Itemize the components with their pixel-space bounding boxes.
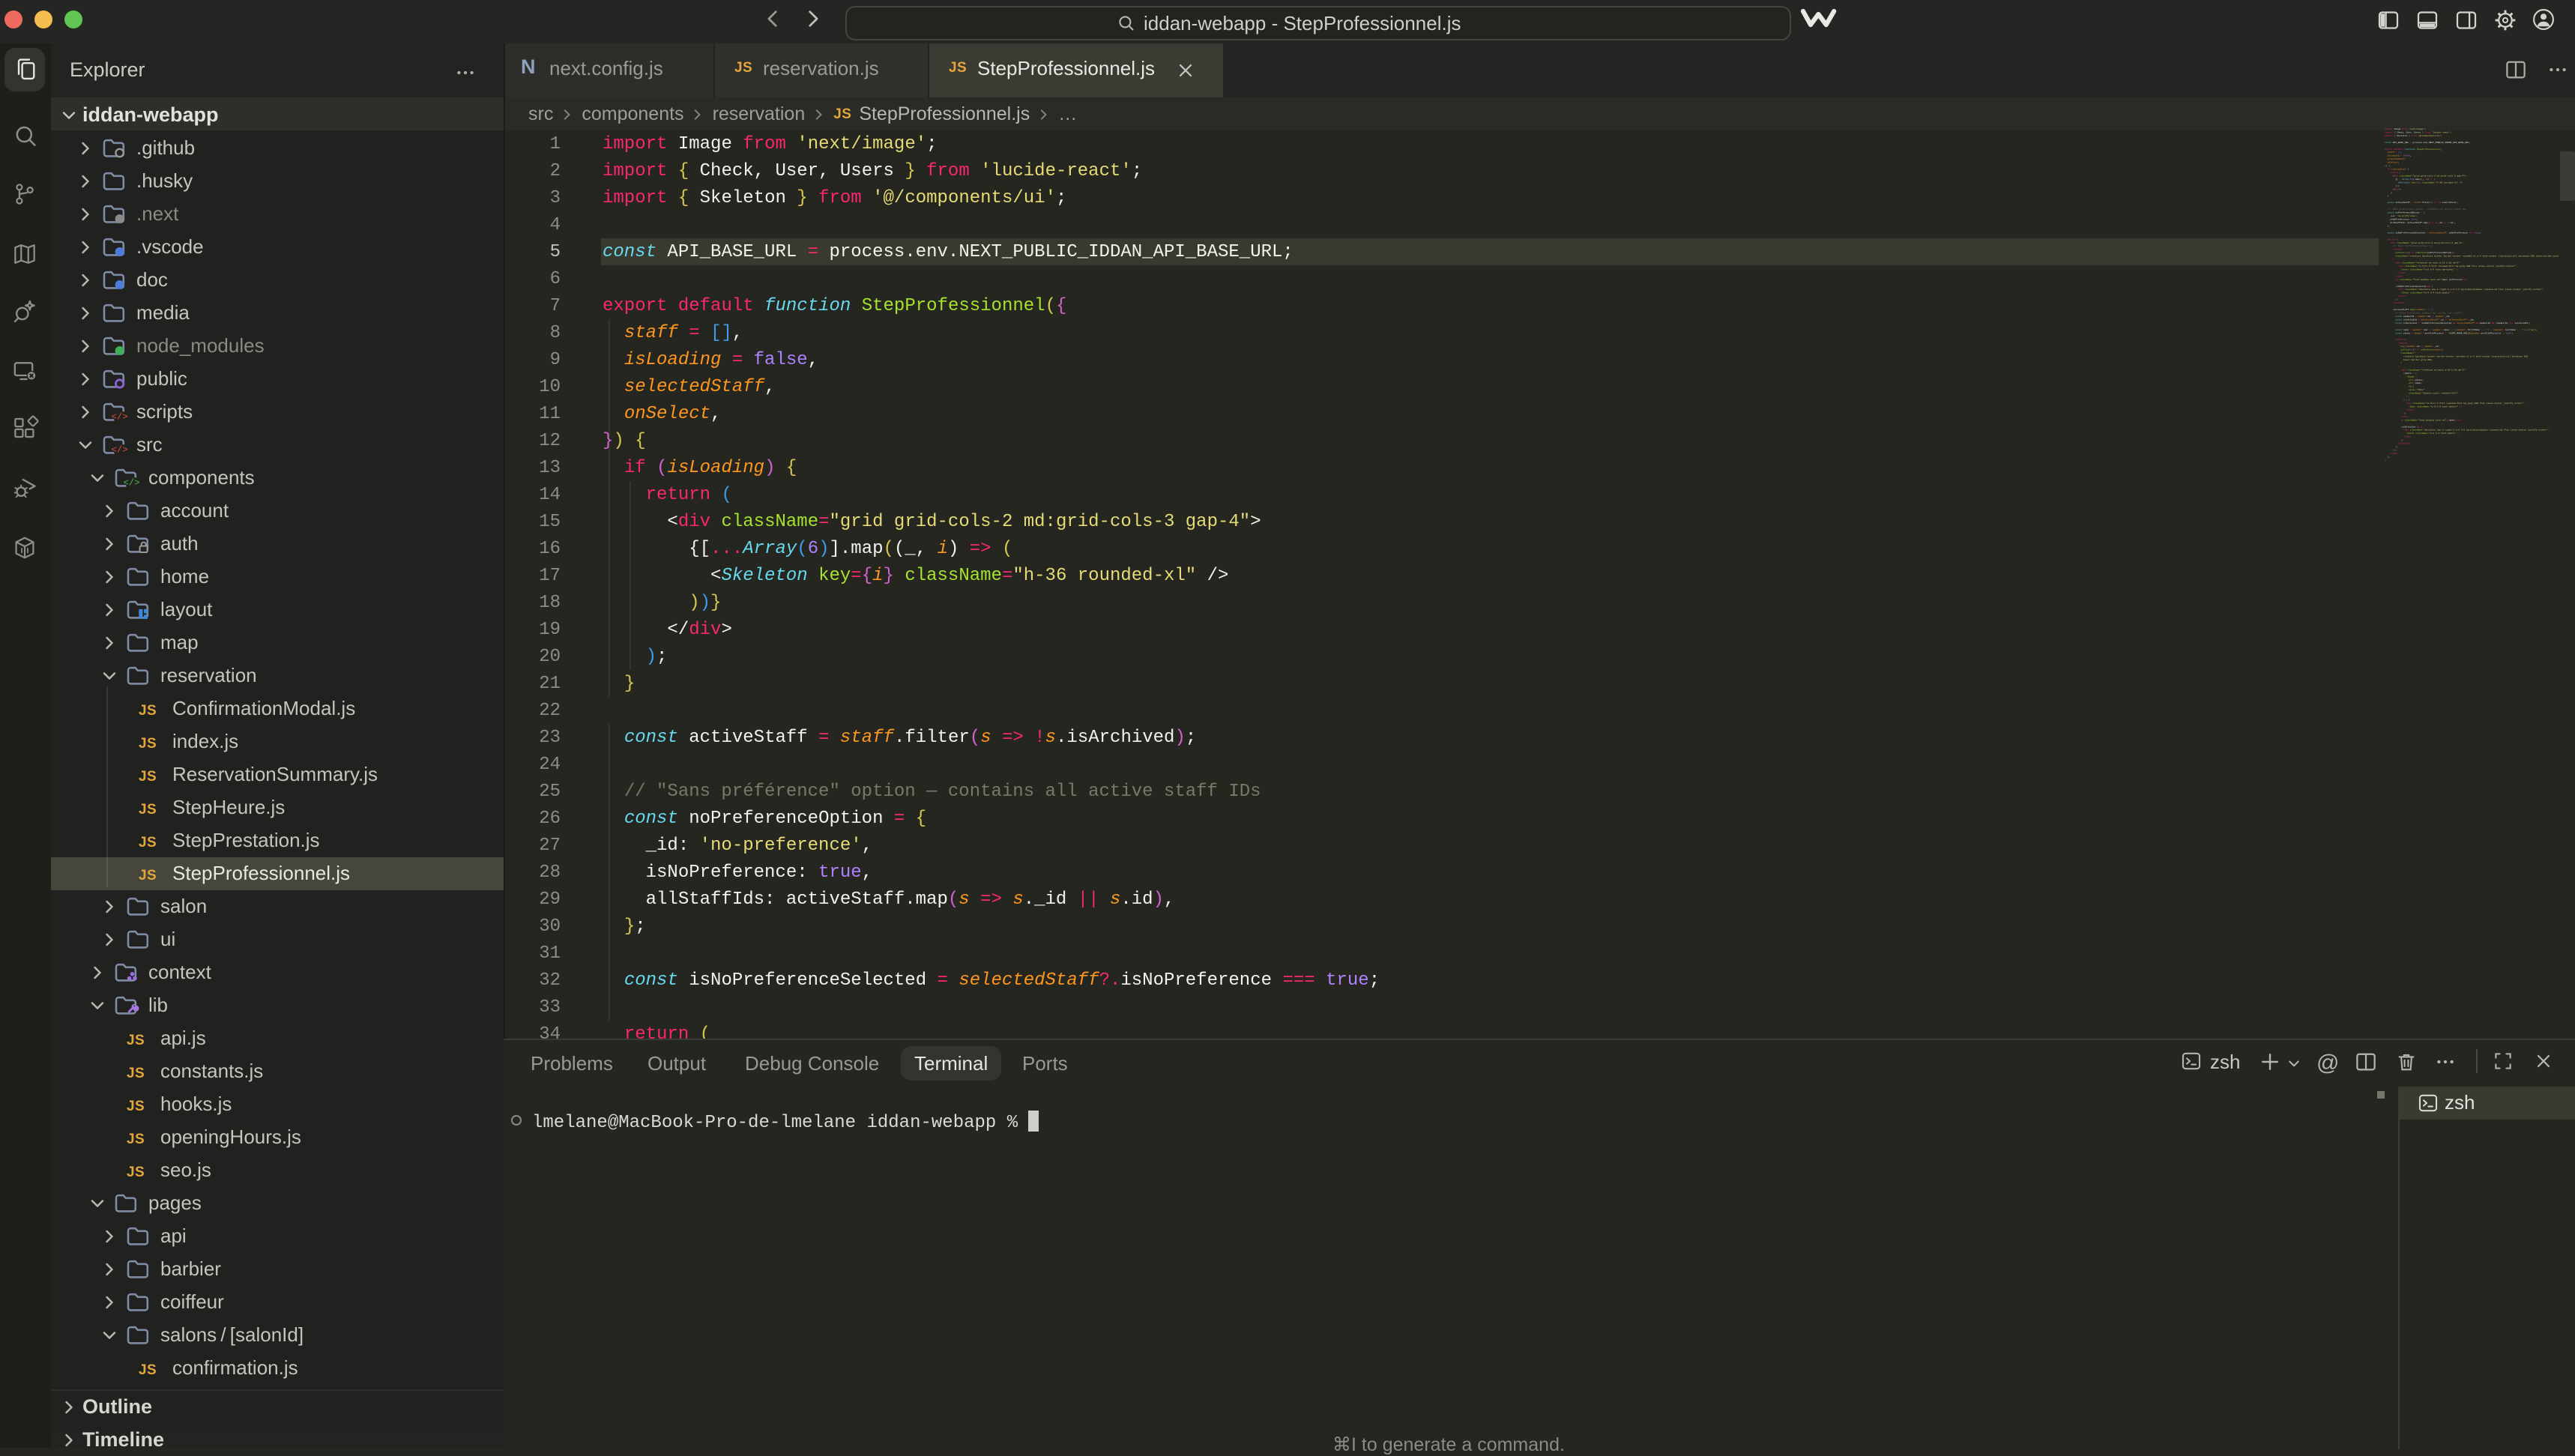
svg-text:</>: </> [111, 411, 127, 422]
svg-text:</>: </> [123, 477, 139, 488]
svg-text:</>: </> [111, 444, 127, 455]
